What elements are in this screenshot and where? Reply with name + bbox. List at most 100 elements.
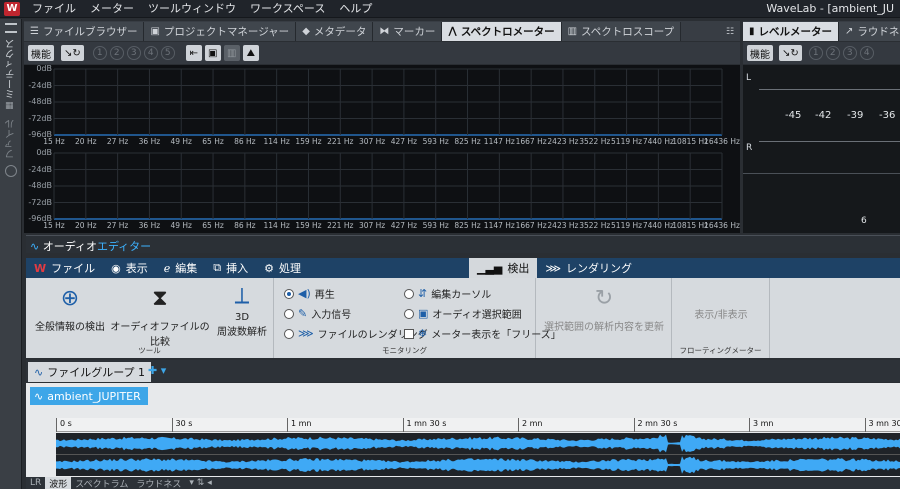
view-options-icon[interactable]: ▾ ⇅ ◂ <box>185 477 215 489</box>
meter-divider <box>743 173 900 174</box>
tab-markers[interactable]: ⧓ マーカー <box>373 22 443 41</box>
radio-render[interactable] <box>284 328 294 339</box>
monitor-selection-option[interactable]: ▣ オーディオ選択範囲 <box>404 306 522 321</box>
tab-file-browser[interactable]: ☰ ファイルブラウザー <box>24 22 145 41</box>
checkbox-freeze[interactable] <box>404 328 414 339</box>
ruler-label: 2 mn 30 s <box>637 419 678 428</box>
view-tab-spectrum[interactable]: スペクトラム <box>71 477 132 489</box>
level-preset-1-button[interactable]: 1 <box>808 46 823 60</box>
ribbon-tab-analyze[interactable]: ▁▃▅ 検出 <box>469 258 538 278</box>
folder-icon: ▣ <box>150 26 160 37</box>
image-icon[interactable]: ⛰ <box>242 45 259 61</box>
ruler-label: 0 s <box>60 419 72 428</box>
ribbon-tab-view[interactable]: ◉ 表示 <box>103 258 156 278</box>
strip-label-meters[interactable]: ミーティクス <box>4 39 19 99</box>
ribbon-tab-file[interactable]: W ファイル <box>26 258 103 278</box>
update-analysis-button[interactable]: ↻ 選択範囲の解析内容を更新 <box>538 284 670 334</box>
tool-window-tabs: ☰ ファイルブラウザー ▣ プロジェクトマネージャー ◆ メタデータ ⧓ マーカー ⋀ ス… <box>24 21 740 41</box>
ruler-tick <box>633 418 635 432</box>
tools-group: ⊕ 全般情報の検出 ⧗ オーディオファイルの比較 ⟂ 3D 周波数解析 ツール <box>26 278 274 358</box>
grid-icon[interactable]: ▦ <box>5 101 17 113</box>
tab-spectrometer[interactable]: ⋀ スペクトロメーター <box>442 22 562 41</box>
file-group-tab[interactable]: ∿ ファイルグループ 1 <box>28 362 152 382</box>
waveform-display[interactable] <box>56 433 900 476</box>
x-tick-label: 1147 Hz <box>483 137 515 146</box>
x-tick-label: 427 Hz <box>390 221 418 230</box>
strip-label-files[interactable]: ファイル <box>4 119 19 159</box>
level-function-menu-button[interactable]: 機能 <box>747 45 773 61</box>
level-preset-4-button[interactable]: 4 <box>859 46 874 60</box>
level-reset-icon[interactable]: ↘↻ <box>779 45 802 61</box>
ribbon-tab-render[interactable]: ⋙ レンダリング <box>537 258 640 278</box>
y-tick-label: -72dB <box>28 197 52 207</box>
ribbon-tab-edit[interactable]: ℯ 編集 <box>156 258 206 278</box>
ribbon-tab-process[interactable]: ⚙ 処理 <box>256 258 309 278</box>
analysis-target-icon: ⊕ <box>60 285 80 311</box>
clip-tab[interactable]: ∿ ambient_JUPITER <box>30 387 148 405</box>
snowflake-icon: ❄ <box>418 327 428 340</box>
function-menu-button[interactable]: 機能 <box>28 45 54 61</box>
tab-loudness-meter[interactable]: ↗ラウドネスメー <box>839 22 900 41</box>
x-tick-label: 36 Hz <box>138 221 161 230</box>
ruler-tick <box>518 418 519 432</box>
axes-3d-icon: ⟂ <box>234 283 250 309</box>
tab-spectroscope[interactable]: ▥ スペクトロスコープ <box>561 22 682 41</box>
radio-playback[interactable] <box>284 288 294 299</box>
view-tab-lr[interactable]: LR <box>26 477 45 489</box>
view-tab-waveform[interactable]: 波形 <box>45 477 72 489</box>
file-group-bar: ∿ ファイルグループ 1 ✚ ▾ <box>26 360 900 382</box>
monitor-playback-option[interactable]: ◀) 再生 <box>284 286 335 301</box>
render-icon: ⋙ <box>545 261 562 275</box>
level-preset-2-button[interactable]: 2 <box>825 46 840 60</box>
tools-group-label: ツール <box>138 346 161 355</box>
show-hide-meters-button[interactable]: 表示/非表示 <box>672 306 770 321</box>
menu-help[interactable]: ヘルプ <box>339 0 372 18</box>
strip-handle-icon[interactable] <box>5 23 17 33</box>
spectrometer-toolbar: 機能 ↘↻ 1 2 3 4 5 ⇤ ▣ ▥ ⛰ <box>24 42 740 64</box>
monitor-edit-cursor-option[interactable]: ⇵ 編集カーソル <box>404 286 491 301</box>
view-tab-loudness[interactable]: ラウドネス <box>132 477 185 489</box>
monitor-input-option[interactable]: ✎ 入力信号 <box>284 306 351 321</box>
preset-4-button[interactable]: 4 <box>143 46 158 60</box>
edit-icon: ℯ <box>163 261 171 275</box>
x-tick-label: 49 Hz <box>170 221 192 230</box>
preset-1-button[interactable]: 1 <box>92 46 107 60</box>
preset-3-button[interactable]: 3 <box>126 46 141 60</box>
x-tick-label: 5119 Hz <box>611 137 643 146</box>
tab-metadata[interactable]: ◆ メタデータ <box>296 22 374 41</box>
compare-files-button[interactable]: ⧗ オーディオファイルの比較 <box>110 284 210 349</box>
radio-edit-cursor[interactable] <box>404 288 414 299</box>
cursor-icon: ⇵ <box>418 287 428 300</box>
ruler-tick <box>749 418 750 432</box>
trash-icon[interactable]: ▥ <box>223 45 240 61</box>
time-ruler[interactable]: 0 s 30 s 1 mn 1 mn 30 s 2 mn 2 mn 30 s 3 mn 3 m… <box>56 418 900 432</box>
go-to-start-icon[interactable]: ⇤ <box>185 45 202 61</box>
tab-level-meter[interactable]: ▮ レベルメーター <box>743 22 840 41</box>
menu-file[interactable]: ファイル <box>32 0 76 18</box>
wavelab-logo-icon[interactable]: W <box>4 2 20 16</box>
radio-selection[interactable] <box>404 308 414 319</box>
panel-menu-icon[interactable]: ☷ <box>726 22 740 41</box>
reset-icon[interactable]: ↘↻ <box>61 45 84 61</box>
marker-icon: ⧓ <box>379 26 390 37</box>
menu-tool-windows[interactable]: ツールウィンドウ <box>148 0 236 18</box>
add-file-group-icon[interactable]: ✚ ▾ <box>148 364 166 377</box>
camera-icon[interactable]: ▣ <box>204 45 221 61</box>
meter-tabs: ▮レベルメーター ↗ラウドネスメー <box>743 21 900 41</box>
x-tick-label: 2423 Hz <box>547 221 579 230</box>
global-analysis-button[interactable]: ⊕ 全般情報の検出 <box>32 284 108 334</box>
menu-meters[interactable]: メーター <box>90 0 134 18</box>
level-preset-3-button[interactable]: 3 <box>842 46 857 60</box>
audio-editor-title-prefix: オーディオ <box>42 240 97 253</box>
menu-workspaces[interactable]: ワークスペース <box>250 0 325 18</box>
ribbon-tab-insert[interactable]: ⧉ 挿入 <box>205 258 256 278</box>
preset-5-button[interactable]: 5 <box>160 46 175 60</box>
3d-frequency-analysis-button[interactable]: ⟂ 3D 周波数解析 <box>212 282 272 339</box>
y-tick-label: -24dB <box>28 80 52 90</box>
wave-icon: ∿ <box>34 365 44 379</box>
tab-project-manager[interactable]: ▣ プロジェクトマネージャー <box>144 22 297 41</box>
speaker-icon: ◀) <box>298 287 311 300</box>
radio-input[interactable] <box>284 308 294 319</box>
preset-2-button[interactable]: 2 <box>109 46 124 60</box>
circle-icon[interactable] <box>5 165 17 177</box>
